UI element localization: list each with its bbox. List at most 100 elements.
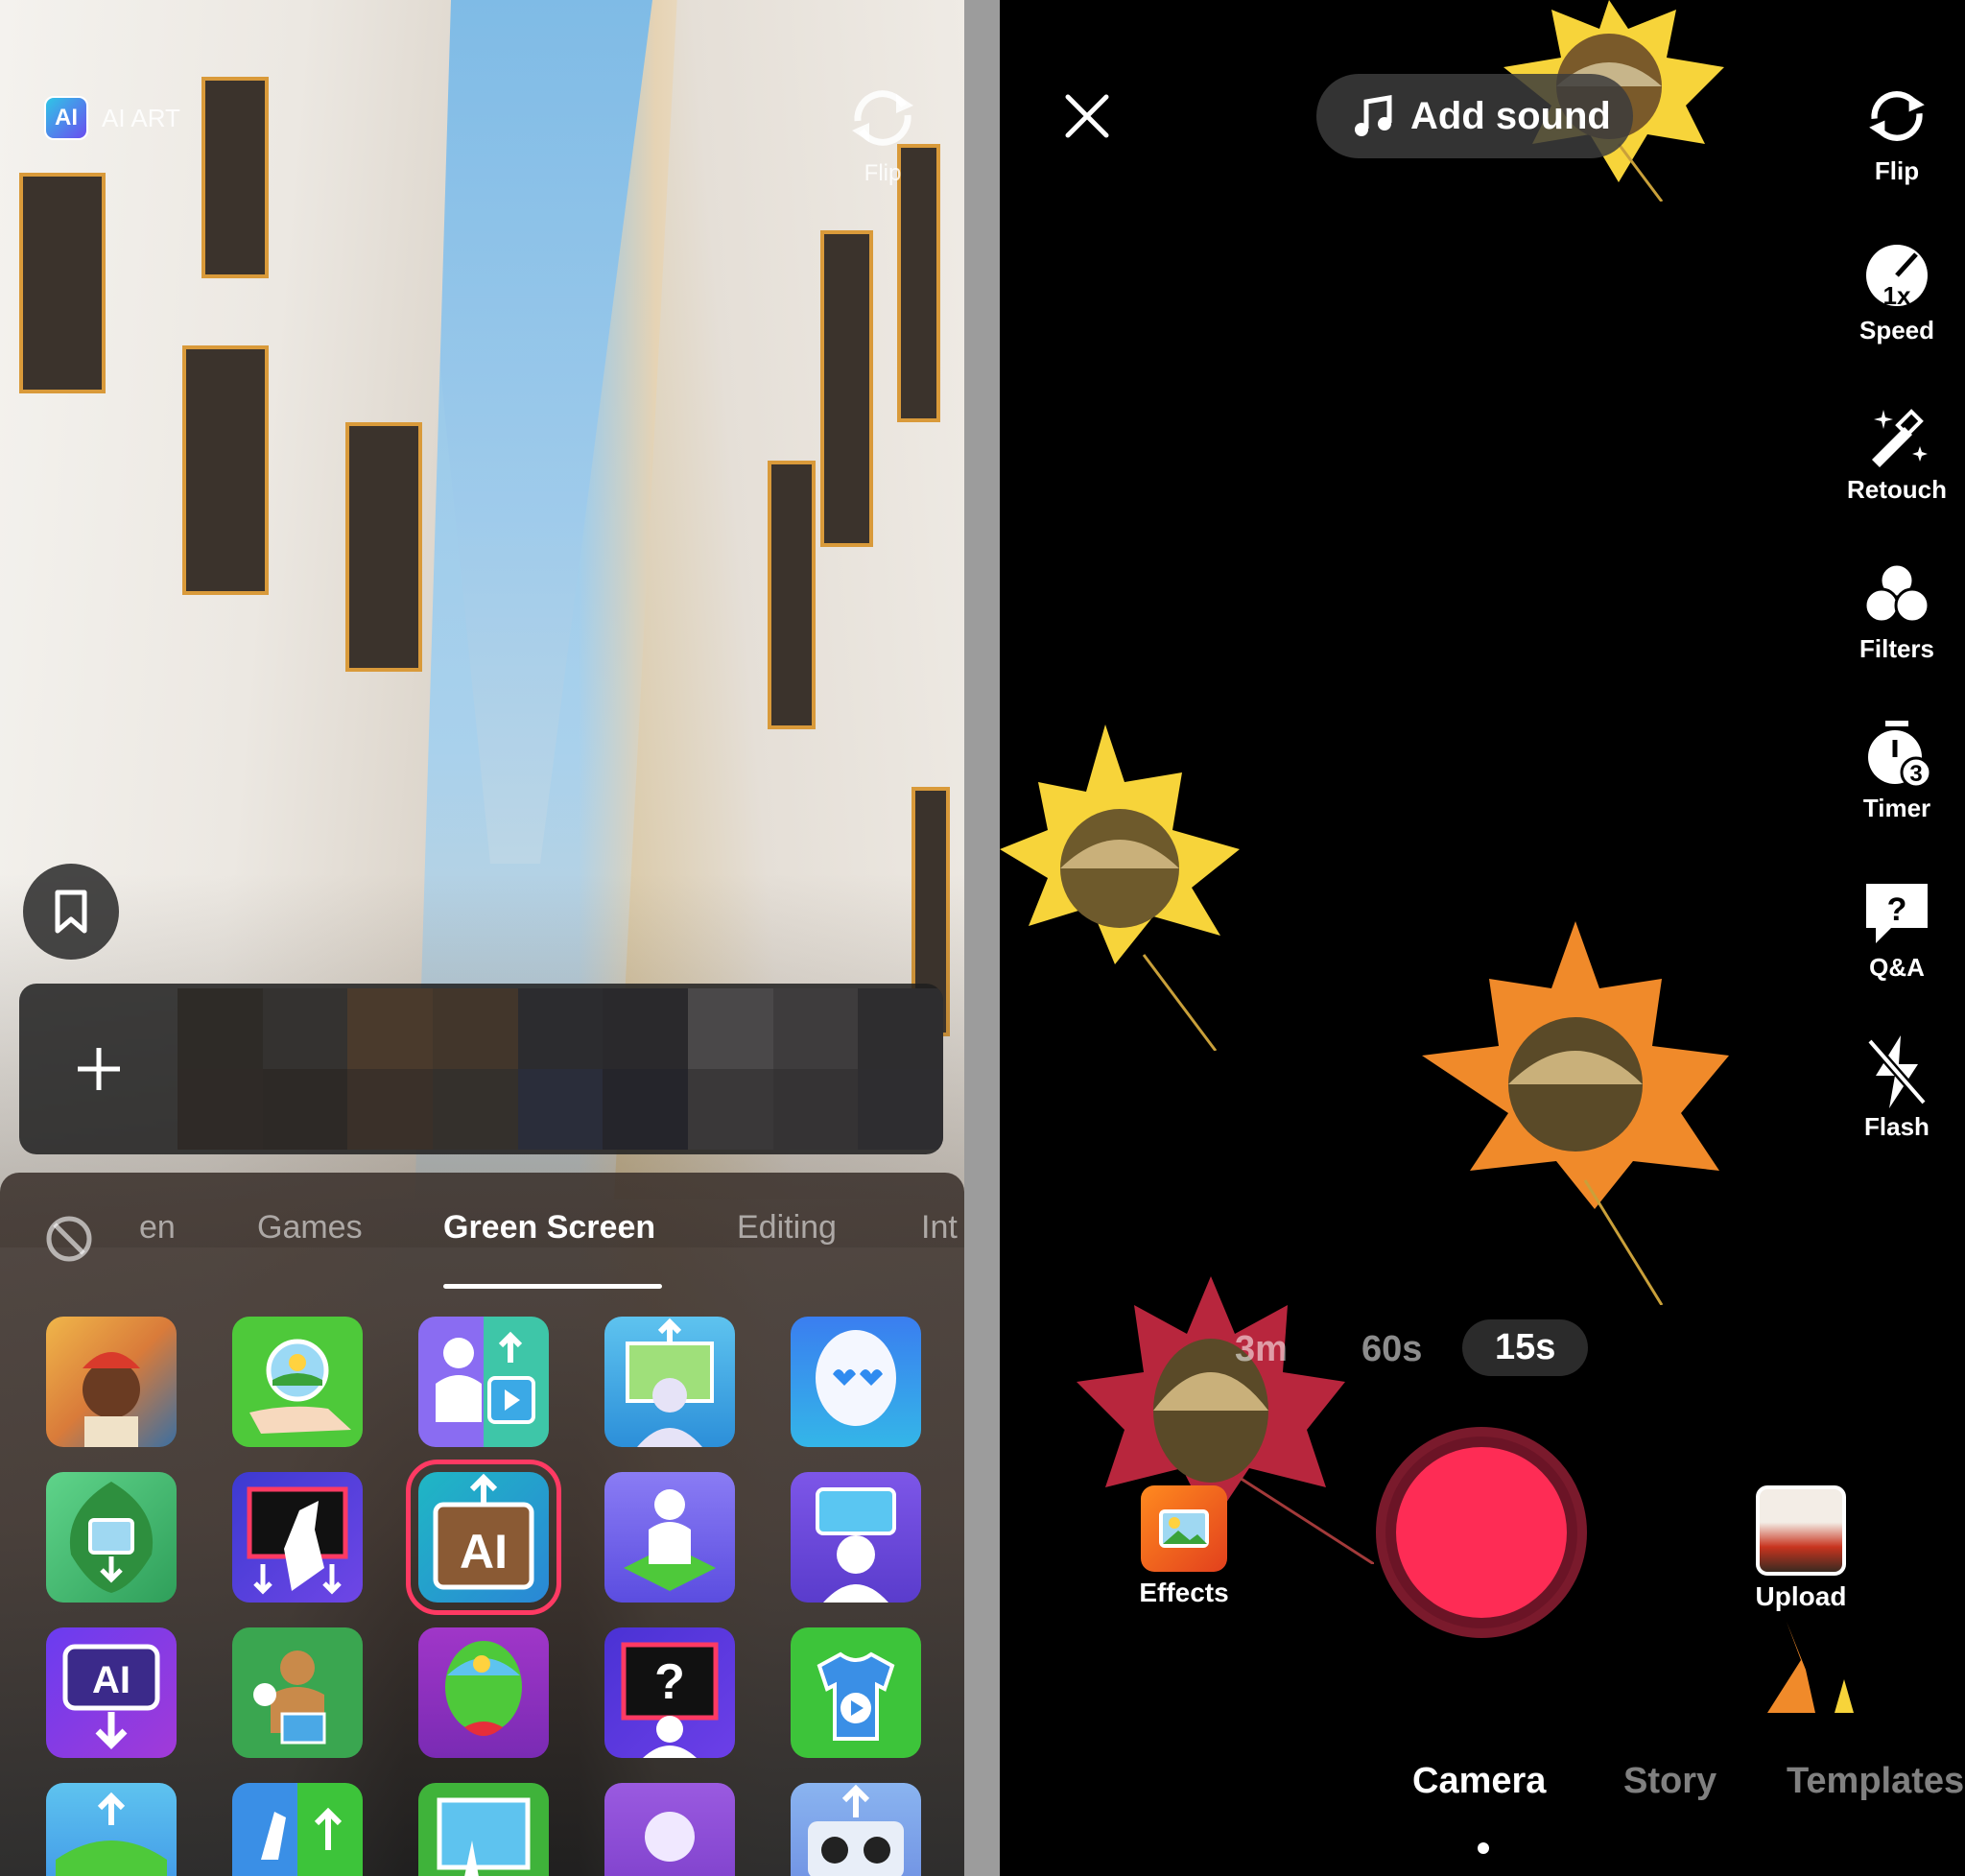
flash-off-icon	[1866, 1035, 1928, 1108]
speed-button[interactable]: 1x Speed	[1835, 241, 1959, 345]
tab-green-screen[interactable]: Green Screen	[443, 1209, 655, 1247]
hand-frame-icon	[247, 1486, 348, 1595]
add-sound-button[interactable]: Add sound	[1316, 74, 1633, 158]
mode-tabs: Camera Story Templates	[1000, 1756, 1965, 1833]
right-camera-screen: Add sound Flip 1x Speed Retouch Filters …	[1000, 0, 1965, 1876]
effect-tile-face-landscape[interactable]	[418, 1627, 549, 1758]
effect-tile-hand-image[interactable]	[232, 1317, 363, 1447]
no-effect-icon[interactable]	[44, 1214, 94, 1264]
effect-tile-people-collage[interactable]	[46, 1317, 177, 1447]
ai-art-text: AI	[460, 1525, 508, 1579]
effect-tile-robot-eyes[interactable]	[791, 1783, 921, 1876]
record-button-core	[1396, 1447, 1567, 1618]
heart-eyes-face-icon	[816, 1330, 896, 1426]
mode-templates[interactable]: Templates	[1787, 1761, 1964, 1802]
flip-button[interactable]: Flip	[1835, 82, 1959, 186]
purple-head-icon	[645, 1812, 695, 1862]
effect-tile-ai-art-selected[interactable]: AI	[406, 1460, 561, 1615]
effect-chip[interactable]: AI AI ART	[44, 96, 180, 140]
tab-games[interactable]: Games	[257, 1209, 363, 1247]
effects-label: Effects	[1139, 1578, 1229, 1607]
hand-split-icon	[261, 1807, 343, 1860]
ai-art-icon: AI	[433, 1473, 534, 1590]
timer-label: Timer	[1862, 794, 1931, 822]
flip-label: Flip	[1874, 156, 1920, 185]
person-landscape-icon	[626, 1318, 714, 1447]
flash-button[interactable]: Flash	[1835, 1035, 1959, 1142]
tab-en[interactable]: en	[139, 1209, 176, 1247]
face-landscape-icon	[445, 1641, 522, 1736]
timer-button[interactable]: 3 Timer	[1835, 719, 1959, 823]
qa-badge: ?	[1887, 891, 1907, 928]
question-bubble-icon: ?	[1866, 884, 1928, 943]
hands-frame-icon	[437, 1797, 531, 1876]
duration-60s[interactable]: 60s	[1361, 1329, 1422, 1370]
left-camera-preview: AI AI ART Flip en Games Green Screen Edi…	[0, 0, 964, 1876]
upload-thumbnail	[1756, 1485, 1846, 1576]
effect-tile-purple-head[interactable]	[604, 1783, 735, 1876]
tab-editing[interactable]: Editing	[737, 1209, 837, 1247]
active-tab-indicator	[443, 1284, 662, 1289]
effect-tile-shirt-video[interactable]	[791, 1627, 921, 1758]
flash-label: Flash	[1864, 1112, 1929, 1141]
effects-button[interactable]: Effects	[1126, 1485, 1242, 1608]
effect-tile-ai-download[interactable]: AI	[46, 1627, 177, 1758]
effect-tile-question-frame[interactable]: ?	[604, 1627, 735, 1758]
retouch-button[interactable]: Retouch	[1835, 400, 1959, 505]
retouch-label: Retouch	[1847, 475, 1947, 504]
question-mark-text: ?	[654, 1654, 685, 1710]
pixelated-thumbnail	[178, 988, 943, 1150]
ai-download-text: AI	[92, 1659, 130, 1701]
effect-tile-leaf-image[interactable]	[46, 1472, 177, 1603]
timer-icon: 3	[1868, 721, 1931, 788]
qa-label: Q&A	[1869, 953, 1925, 982]
effect-tile-holiday-cookie[interactable]	[232, 1627, 363, 1758]
effect-tile-person-landscape[interactable]	[604, 1317, 735, 1447]
maple-leaf-sticker	[1422, 921, 1729, 1305]
duration-selector: 3m 60s 15s	[1192, 1319, 1595, 1396]
close-icon[interactable]	[1062, 91, 1112, 141]
flip-icon	[852, 90, 913, 146]
effect-tile-hands-frame[interactable]	[418, 1783, 549, 1876]
effects-thumbnail	[1141, 1485, 1227, 1572]
maple-leaf-sticker	[1000, 724, 1240, 1051]
landscape-upload-icon	[56, 1792, 167, 1876]
leaf-image-icon	[69, 1482, 154, 1593]
effect-tile-person-stand[interactable]	[604, 1472, 735, 1603]
effects-category-tabs: en Games Green Screen Editing Int	[0, 1173, 964, 1293]
panel-divider	[964, 0, 1000, 1876]
effect-chip-label: AI ART	[102, 103, 180, 132]
mode-camera[interactable]: Camera	[1412, 1761, 1546, 1802]
filters-button[interactable]: Filters	[1835, 559, 1959, 664]
hand-image-icon	[249, 1339, 351, 1434]
effect-tile-head-frame[interactable]	[791, 1472, 921, 1603]
effect-tile-hand-frame[interactable]	[232, 1472, 363, 1603]
bookmark-icon	[55, 890, 87, 934]
duration-15s[interactable]: 15s	[1462, 1319, 1589, 1376]
flip-icon	[1869, 91, 1925, 141]
upload-button[interactable]: Upload	[1739, 1485, 1863, 1612]
shirt-video-icon	[817, 1651, 895, 1741]
effect-tile-landscape-upload[interactable]	[46, 1783, 177, 1876]
question-frame-icon: ?	[621, 1642, 719, 1758]
add-media-button[interactable]	[19, 984, 178, 1154]
robot-eyes-icon	[808, 1784, 904, 1876]
add-sound-label: Add sound	[1410, 94, 1611, 137]
record-button[interactable]	[1376, 1427, 1587, 1638]
ai-download-icon: AI	[62, 1644, 160, 1749]
effects-image-icon	[1159, 1509, 1209, 1548]
speed-badge: 1x	[1883, 281, 1911, 310]
people-collage-icon	[83, 1352, 140, 1447]
magic-wand-icon	[1872, 409, 1928, 467]
effect-tile-hand-split[interactable]	[232, 1783, 363, 1876]
mode-story[interactable]: Story	[1623, 1761, 1716, 1802]
qa-button[interactable]: ? Q&A	[1835, 878, 1959, 983]
filters-icon	[1863, 562, 1930, 624]
effect-tile-heart-eyes[interactable]	[791, 1317, 921, 1447]
tab-int[interactable]: Int	[921, 1209, 958, 1247]
bookmark-button[interactable]	[23, 864, 119, 960]
duration-3m[interactable]: 3m	[1235, 1329, 1288, 1370]
effect-tile-person-video[interactable]	[418, 1317, 549, 1447]
upload-label: Upload	[1755, 1581, 1847, 1611]
left-flip-button[interactable]: Flip	[844, 84, 921, 187]
